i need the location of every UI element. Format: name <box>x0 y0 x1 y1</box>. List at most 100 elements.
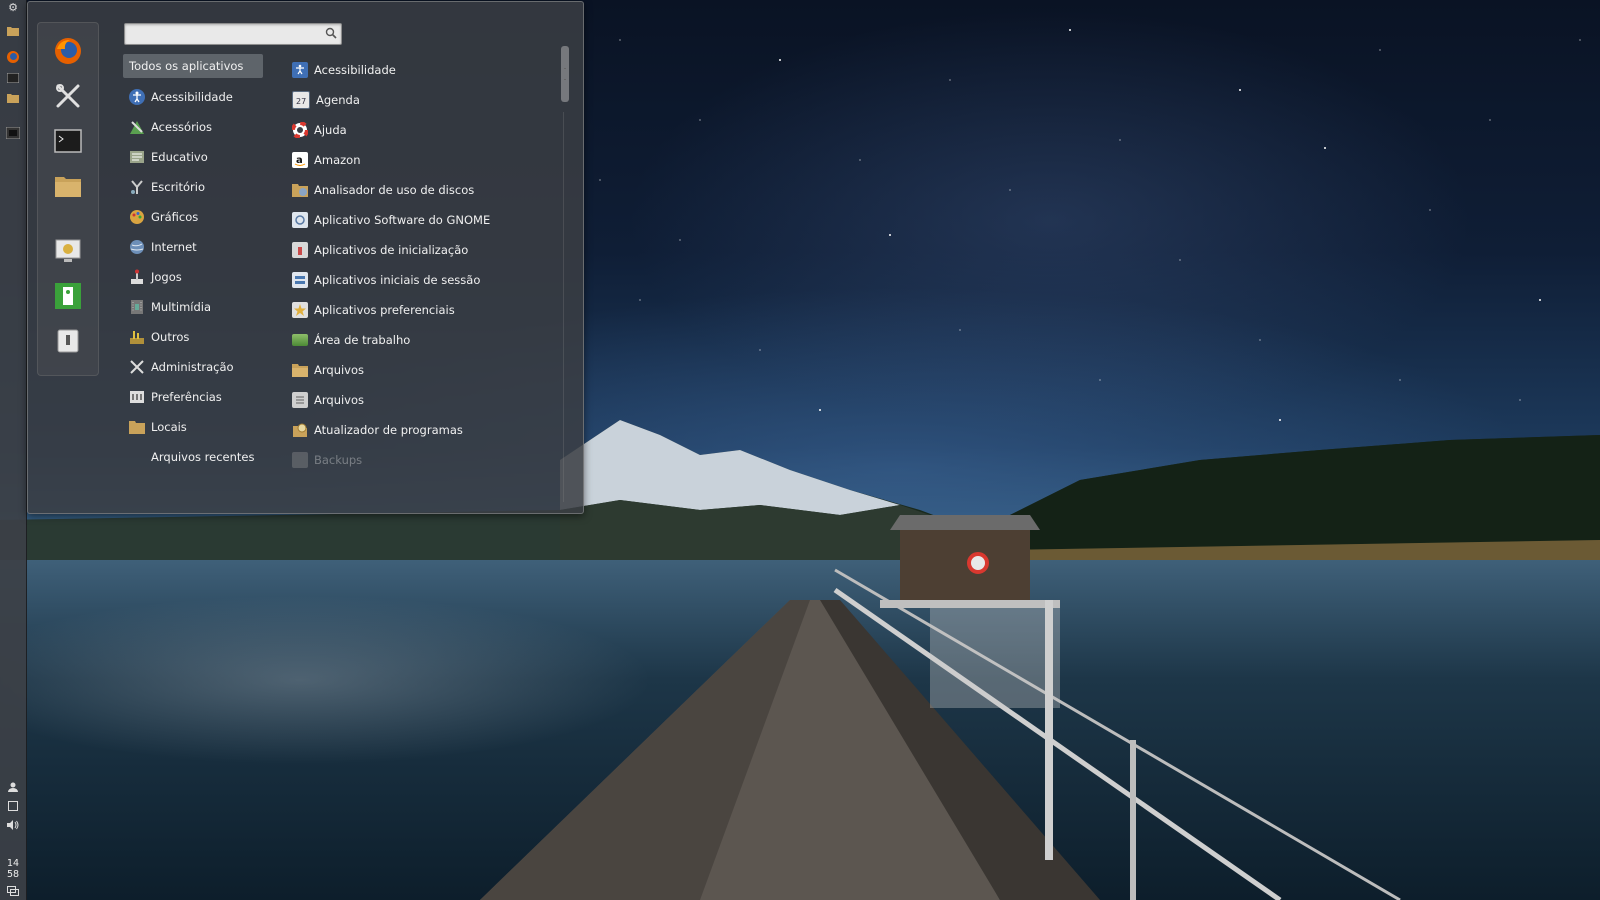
category-list: Todos os aplicativos Acessibilidade Aces… <box>123 54 263 474</box>
app-item[interactable]: Ajuda <box>288 117 558 143</box>
app-label: Acessibilidade <box>314 63 396 77</box>
workspace-icon[interactable] <box>6 884 20 898</box>
category-places[interactable]: Locais <box>123 414 263 440</box>
games-icon <box>129 269 145 285</box>
category-all-apps[interactable]: Todos os aplicativos <box>123 54 263 78</box>
terminal-icon[interactable] <box>52 125 84 157</box>
settings-gear-icon[interactable]: ⚙ <box>6 1 20 15</box>
app-item[interactable]: Backups <box>288 447 558 473</box>
other-icon <box>129 329 145 345</box>
app-item[interactable]: Atualizador de programas <box>288 417 558 443</box>
category-office[interactable]: Escritório <box>123 174 263 200</box>
app-label: Amazon <box>314 153 361 167</box>
firefox-icon[interactable] <box>6 50 20 64</box>
app-item[interactable]: Arquivos <box>288 387 558 413</box>
app-label: Arquivos <box>314 393 365 407</box>
app-item[interactable]: 27 Agenda <box>288 87 558 113</box>
category-administration[interactable]: Administração <box>123 354 263 380</box>
folder-icon[interactable] <box>52 170 84 202</box>
app-item[interactable]: Arquivos <box>288 357 558 383</box>
app-label: Analisador de uso de discos <box>314 183 475 197</box>
volume-icon[interactable] <box>6 818 20 832</box>
category-label: Administração <box>151 360 234 374</box>
category-internet[interactable]: Internet <box>123 234 263 260</box>
user-icon[interactable] <box>6 780 20 794</box>
category-graphics[interactable]: Gráficos <box>123 204 263 230</box>
app-label: Aplicativo Software do GNOME <box>314 213 491 227</box>
shutdown-icon[interactable] <box>52 325 84 357</box>
office-icon <box>129 179 145 195</box>
category-other[interactable]: Outros <box>123 324 263 350</box>
app-label: Aplicativos iniciais de sessão <box>314 273 481 287</box>
help-lifebuoy-icon <box>292 122 308 138</box>
app-label: Aplicativos de inicialização <box>314 243 469 257</box>
app-list: Acessibilidade 27 Agenda Ajuda a Amazon … <box>288 57 558 477</box>
category-label: Todos os aplicativos <box>129 59 244 73</box>
administration-icon <box>129 359 145 375</box>
left-panel: ⚙ 14 58 <box>0 0 27 900</box>
category-accessories[interactable]: Acessórios <box>123 114 263 140</box>
category-label: Arquivos recentes <box>151 450 255 464</box>
clock-minute: 58 <box>6 869 20 880</box>
menu-folder-icon[interactable] <box>6 24 20 38</box>
system-settings-icon[interactable] <box>52 80 84 112</box>
gnome-software-icon <box>292 212 308 228</box>
app-item[interactable]: Área de trabalho <box>288 327 558 353</box>
category-label: Escritório <box>151 180 206 194</box>
scrollbar-thumb[interactable] <box>561 46 569 102</box>
app-item[interactable]: Aplicativo Software do GNOME <box>288 207 558 233</box>
clock[interactable]: 14 58 <box>0 858 26 880</box>
category-multimedia[interactable]: Multimídia <box>123 294 263 320</box>
clock-hour: 14 <box>6 858 20 869</box>
app-item[interactable]: Aplicativos iniciais de sessão <box>288 267 558 293</box>
folder-icon <box>292 362 308 378</box>
app-label: Área de trabalho <box>314 333 411 347</box>
accessibility-icon <box>129 89 145 105</box>
session-apps-icon <box>292 272 308 288</box>
search-box[interactable] <box>124 23 342 45</box>
category-education[interactable]: Educativo <box>123 144 263 170</box>
preferred-apps-icon <box>292 302 308 318</box>
category-accessibility[interactable]: Acessibilidade <box>123 84 263 110</box>
category-games[interactable]: Jogos <box>123 264 263 290</box>
updater-icon <box>292 422 308 438</box>
application-menu: Todos os aplicativos Acessibilidade Aces… <box>27 1 584 514</box>
category-label: Acessórios <box>151 120 213 134</box>
category-label: Acessibilidade <box>151 90 233 104</box>
folder-icon[interactable] <box>6 91 20 105</box>
terminal-icon[interactable] <box>6 71 20 85</box>
search-input[interactable] <box>129 25 323 43</box>
backups-icon <box>292 452 308 468</box>
app-label: Atualizador de programas <box>314 423 463 437</box>
window-list-icon[interactable] <box>6 126 20 140</box>
app-label: Ajuda <box>314 123 347 137</box>
display-icon[interactable] <box>6 799 20 813</box>
app-item[interactable]: a Amazon <box>288 147 558 173</box>
startup-apps-icon <box>292 242 308 258</box>
app-item[interactable]: Analisador de uso de discos <box>288 177 558 203</box>
disk-usage-icon <box>292 182 308 198</box>
accessories-icon <box>129 119 145 135</box>
app-label: Aplicativos preferenciais <box>314 303 455 317</box>
places-folder-icon <box>129 419 145 435</box>
category-preferences[interactable]: Preferências <box>123 384 263 410</box>
screensaver-icon[interactable] <box>52 235 84 267</box>
app-label: Arquivos <box>314 363 365 377</box>
accessibility-icon <box>292 62 308 78</box>
svg-text:a: a <box>296 155 303 166</box>
education-icon <box>129 149 145 165</box>
category-recent-files[interactable]: Arquivos recentes <box>123 444 263 470</box>
category-label: Internet <box>151 240 197 254</box>
calendar-icon: 27 <box>292 91 310 109</box>
app-list-scrollbar[interactable] <box>561 46 569 498</box>
desktop-icon <box>292 334 308 346</box>
amazon-icon: a <box>292 152 308 168</box>
category-label: Educativo <box>151 150 208 164</box>
app-item[interactable]: Aplicativos de inicialização <box>288 237 558 263</box>
app-label: Agenda <box>316 93 360 107</box>
logout-icon[interactable] <box>52 280 84 312</box>
category-label: Preferências <box>151 390 222 404</box>
app-item[interactable]: Acessibilidade <box>288 57 558 83</box>
firefox-icon[interactable] <box>52 35 84 67</box>
app-item[interactable]: Aplicativos preferenciais <box>288 297 558 323</box>
